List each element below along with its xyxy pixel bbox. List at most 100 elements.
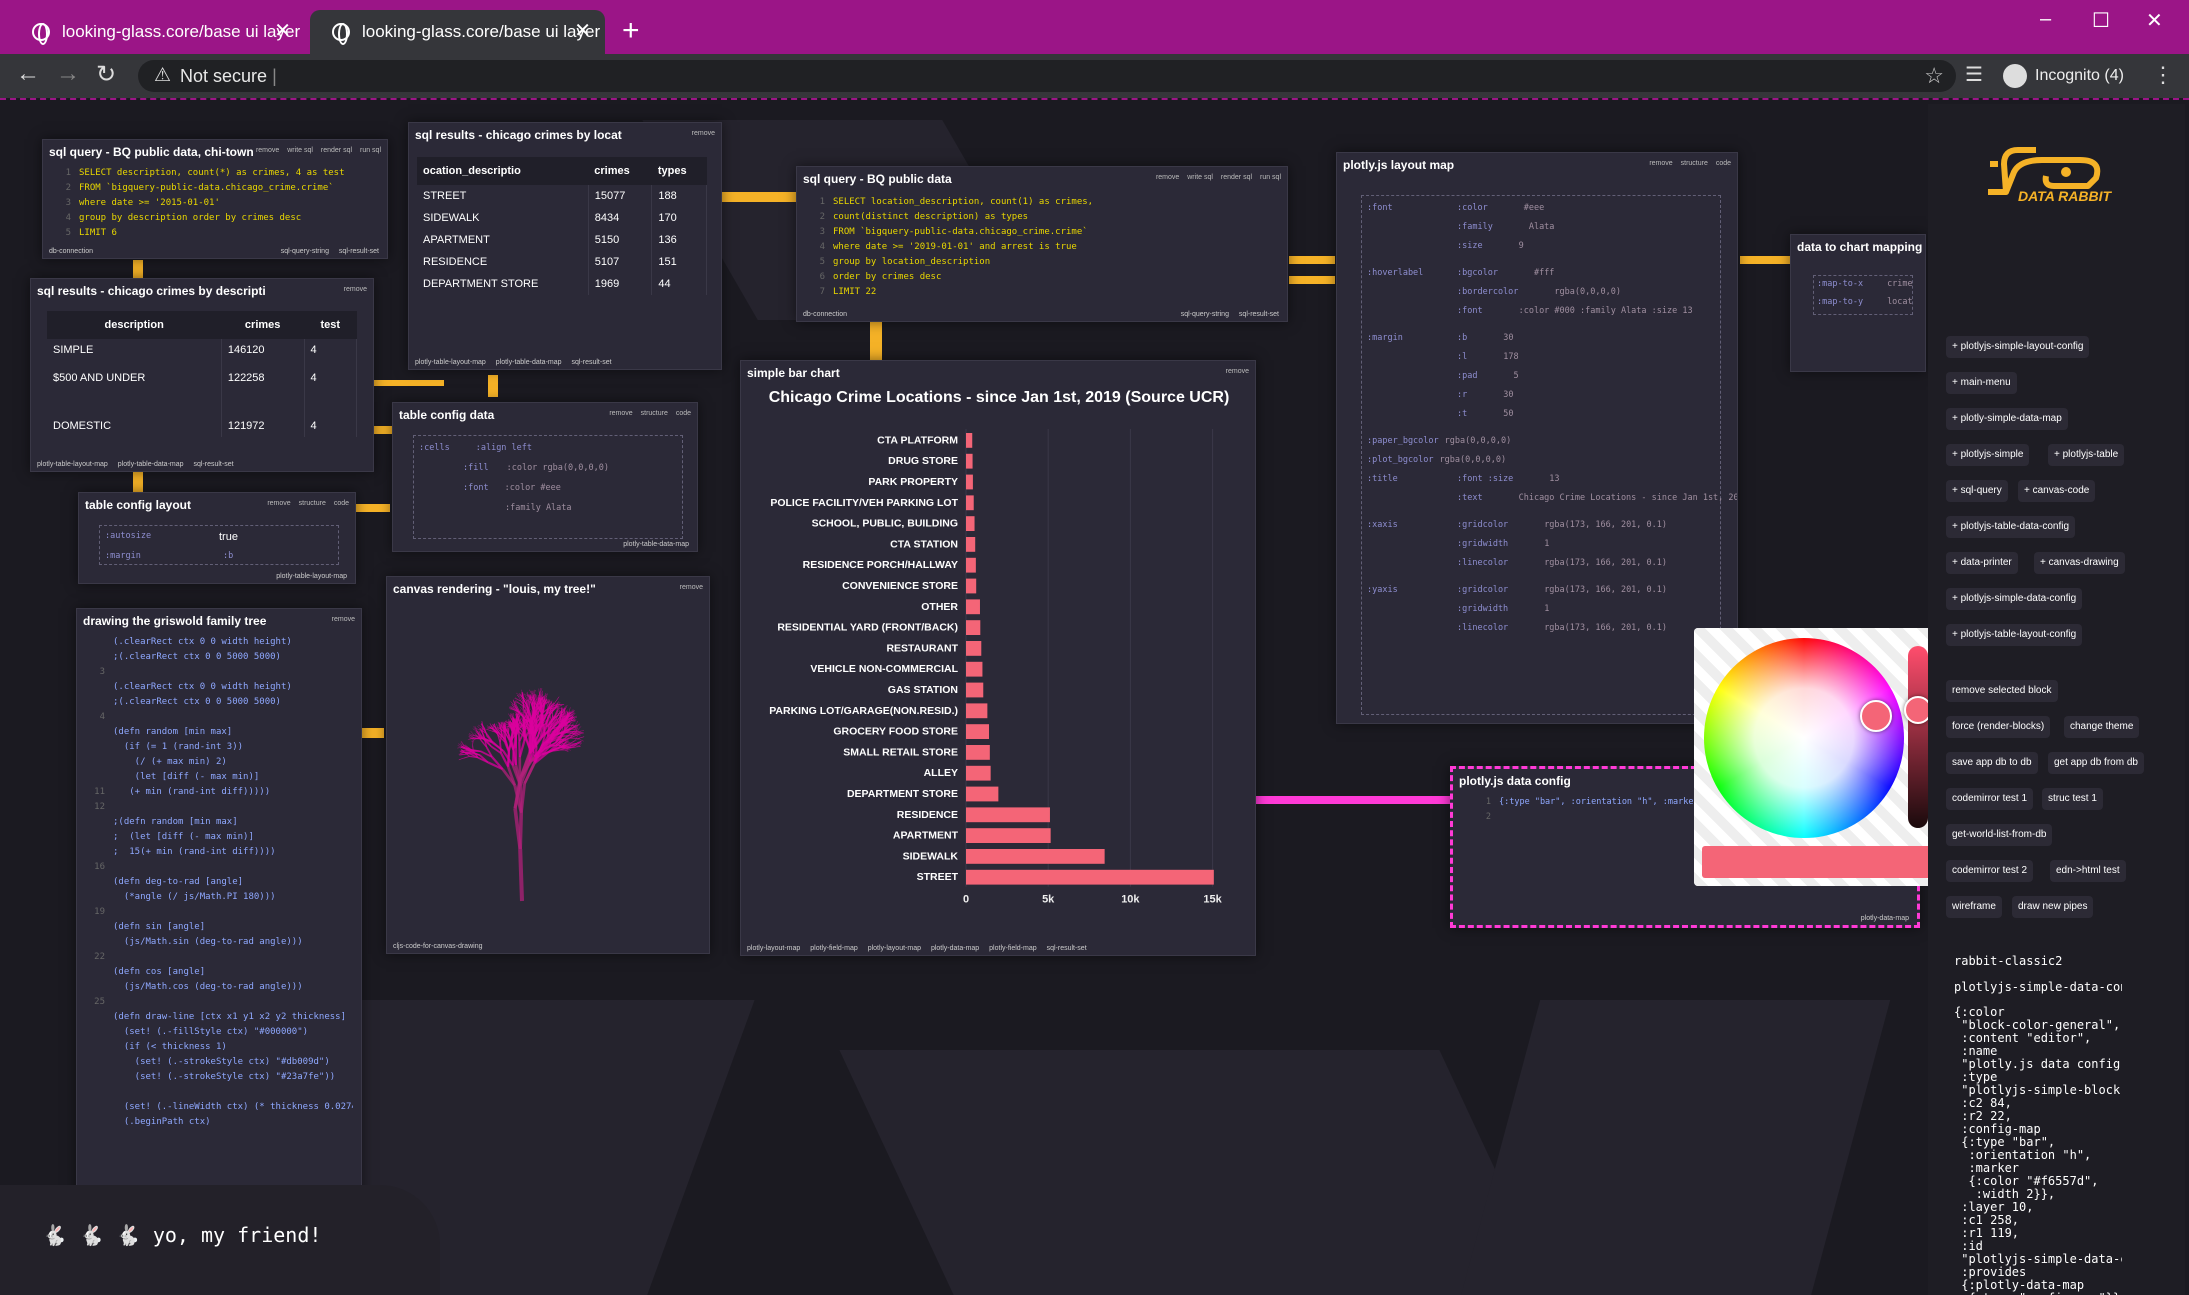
config-key[interactable]: :paper_bgcolor rgba(0,0,0,0) <box>1367 436 1511 446</box>
config-row[interactable]: :t 50 <box>1457 409 1514 419</box>
remove-button[interactable]: remove <box>1226 368 1249 375</box>
side-button[interactable]: + sql-query <box>1946 480 2008 502</box>
bar[interactable] <box>966 537 976 552</box>
side-button[interactable]: + canvas-code <box>2018 480 2096 502</box>
side-button[interactable]: struc test 1 <box>2042 788 2103 810</box>
remove-button[interactable]: remove <box>256 147 279 154</box>
run-sql-button[interactable]: run sql <box>1260 174 1281 181</box>
workspace-canvas[interactable]: sql query - BQ public data, chi-town rem… <box>0 98 2189 1295</box>
bar[interactable] <box>966 557 976 573</box>
remove-button[interactable]: remove <box>332 616 355 623</box>
config-row[interactable]: :pad 5 <box>1457 371 1519 381</box>
maximize-button[interactable]: ☐ <box>2092 8 2110 33</box>
side-button[interactable]: get-world-list-from-db <box>1946 824 2053 846</box>
remove-button[interactable]: remove <box>609 410 632 417</box>
incognito-indicator[interactable]: Incognito (4) <box>2003 64 2124 88</box>
config-row[interactable]: :bgcolor #fff <box>1457 268 1554 278</box>
config-row[interactable]: :l 178 <box>1457 352 1519 362</box>
block-griswold-code[interactable]: drawing the griswold family tree remove … <box>76 608 362 1252</box>
bar[interactable] <box>966 453 973 469</box>
layout-tree[interactable]: :font:color #eee:family Alata:size 9:hoverl… <box>1337 153 1737 723</box>
browser-tab-active[interactable]: looking-glass.core/base ui layer ✕ <box>310 10 605 54</box>
config-row[interactable]: :linecolor rgba(173, 166, 201, 0.1) <box>1457 623 1667 633</box>
forward-icon[interactable]: → <box>56 60 80 88</box>
remove-button[interactable]: remove <box>267 500 290 507</box>
bar[interactable] <box>966 578 977 594</box>
config-key[interactable]: :yaxis <box>1367 585 1398 595</box>
block-table-config-layout[interactable]: table config layout remove structure cod… <box>78 492 356 584</box>
bar[interactable] <box>966 786 999 802</box>
config-row[interactable]: :bordercolor rgba(0,0,0,0) <box>1457 287 1621 297</box>
sql-editor[interactable]: 1 SELECT description, count(*) as crimes,… <box>51 166 379 242</box>
render-sql-button[interactable]: render sql <box>321 147 352 154</box>
config-row[interactable]: :font:color #eee <box>463 483 561 493</box>
block-data-to-chart-mapping[interactable]: data to chart mapping :map-to-x crime :ma… <box>1790 234 1926 372</box>
side-button[interactable]: remove selected block <box>1946 680 2058 702</box>
structure-button[interactable]: structure <box>299 500 326 507</box>
code-button[interactable]: code <box>334 500 349 507</box>
config-key[interactable]: :plot_bgcolor rgba(0,0,0,0) <box>1367 455 1506 465</box>
block-plotly-layout-map[interactable]: plotly.js layout map remove structure co… <box>1336 152 1738 724</box>
bar[interactable] <box>966 620 981 635</box>
block-simple-bar-chart[interactable]: simple bar chart remove Chicago Crime Lo… <box>740 360 1256 956</box>
config-row[interactable]: :font:color #000 :family Alata :size 13 <box>1457 306 1693 316</box>
hue-wheel[interactable] <box>1704 638 1904 838</box>
new-tab-button[interactable]: + <box>622 14 640 48</box>
config-key[interactable]: :font <box>1367 203 1393 213</box>
block-sql-query-chitown[interactable]: sql query - BQ public data, chi-town rem… <box>42 139 388 259</box>
block-sql-results-location[interactable]: sql results - chicago crimes by locat re… <box>408 122 722 370</box>
reload-icon[interactable]: ↻ <box>96 60 116 89</box>
column-header[interactable]: ocation_descriptio <box>417 157 589 185</box>
config-row[interactable]: :size 9 <box>1457 241 1524 251</box>
remove-button[interactable]: remove <box>1156 174 1179 181</box>
bar[interactable] <box>966 703 988 719</box>
side-button[interactable]: + plotlyjs-table <box>2048 444 2125 466</box>
bar[interactable] <box>966 516 975 531</box>
remove-button[interactable]: remove <box>344 286 367 293</box>
side-button[interactable]: + main-menu <box>1946 372 2017 394</box>
config-key[interactable]: :margin <box>1367 333 1403 343</box>
block-table-config-data[interactable]: table config data remove structure code … <box>392 402 698 552</box>
browser-tab[interactable]: looking-glass.core/base ui layer ✕ <box>10 10 305 54</box>
column-header[interactable]: description <box>47 311 222 339</box>
bar[interactable] <box>966 765 991 781</box>
config-row[interactable]: :family Alata <box>505 503 572 513</box>
bar[interactable] <box>966 849 1105 864</box>
column-header[interactable]: types <box>651 157 707 185</box>
column-header[interactable]: crimes <box>221 311 304 339</box>
side-button[interactable]: change theme <box>2064 716 2140 738</box>
minimize-button[interactable]: – <box>2040 8 2051 31</box>
close-tab-icon[interactable]: ✕ <box>274 20 291 42</box>
bar[interactable] <box>966 599 980 615</box>
bar[interactable] <box>966 745 990 760</box>
side-button[interactable]: + canvas-drawing <box>2034 552 2125 574</box>
bar[interactable] <box>966 641 982 656</box>
config-row[interactable]: :gridwidth 1 <box>1457 539 1549 549</box>
hue-handle[interactable] <box>1860 700 1892 732</box>
config-row[interactable]: :gridcolor rgba(173, 166, 201, 0.1) <box>1457 520 1667 530</box>
side-button[interactable]: wireframe <box>1946 896 2002 918</box>
url-text[interactable]: | <box>272 66 277 86</box>
cljs-editor[interactable]: (.clearRect ctx 0 0 width height) ;(.clea… <box>85 635 353 1235</box>
side-button[interactable]: + plotlyjs-simple <box>1946 444 2030 466</box>
menu-icon[interactable]: ⋮ <box>2152 62 2174 88</box>
side-button[interactable]: + plotlyjs-simple-data-config <box>1946 588 2083 610</box>
side-button[interactable]: save app db to db <box>1946 752 2038 774</box>
bar[interactable] <box>966 807 1050 823</box>
config-row[interactable]: :color #eee <box>1457 203 1544 213</box>
bar[interactable] <box>966 869 1214 885</box>
bar[interactable] <box>966 682 984 698</box>
side-button[interactable]: + plotlyjs-table-layout-config <box>1946 624 2083 646</box>
value-slider[interactable] <box>1908 646 1928 828</box>
config-value[interactable]: true <box>219 531 238 543</box>
block-sql-results-description[interactable]: sql results - chicago crimes by descript… <box>30 278 374 472</box>
run-sql-button[interactable]: run sql <box>360 147 381 154</box>
code-button[interactable]: code <box>676 410 691 417</box>
side-button[interactable]: edn->html test <box>2050 860 2126 882</box>
block-canvas-rendering[interactable]: canvas rendering - "louis, my tree!" rem… <box>386 576 710 954</box>
config-key[interactable]: :title <box>1367 474 1398 484</box>
sql-editor[interactable]: 1 SELECT location_description, count(1) a… <box>805 195 1279 305</box>
reading-list-icon[interactable]: ☰ <box>1965 62 1983 87</box>
config-row[interactable]: :map-to-x crime <box>1817 279 1913 289</box>
config-row[interactable]: :cells:align left <box>419 443 532 453</box>
